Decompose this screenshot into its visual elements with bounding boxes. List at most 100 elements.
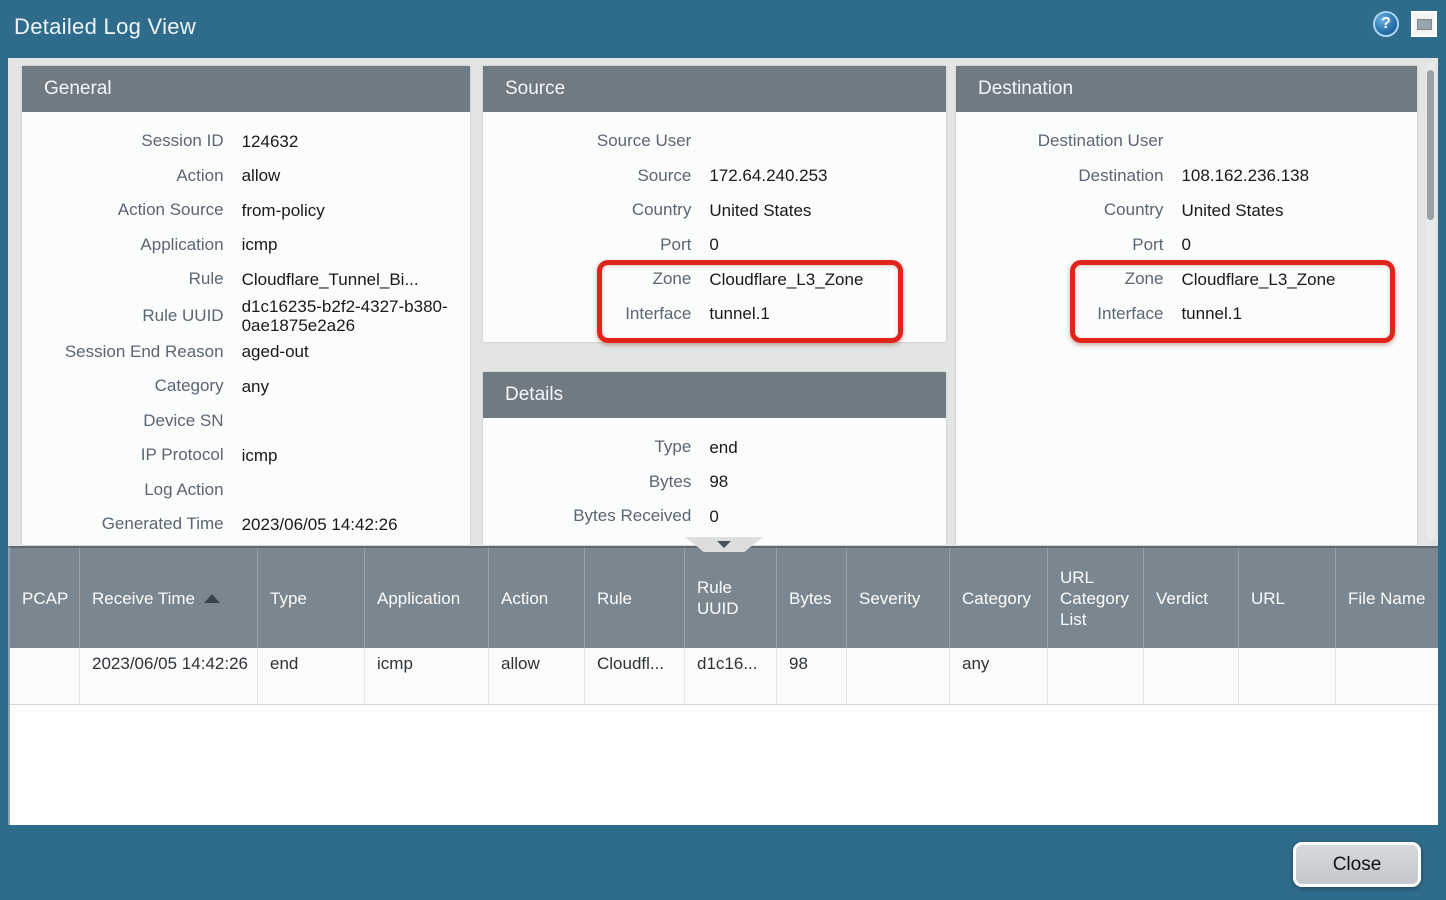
column-header-label: Rule UUID xyxy=(697,577,768,619)
field-row: Source User xyxy=(483,124,946,159)
log-table-cell: any xyxy=(950,648,1048,704)
general-panel: General Session ID124632ActionallowActio… xyxy=(22,66,470,545)
field-label: Port xyxy=(483,235,691,255)
dialog-title: Detailed Log View xyxy=(14,14,196,40)
log-table-cell xyxy=(1239,648,1336,704)
title-bar: Detailed Log View ? xyxy=(0,0,1446,58)
column-header-rule-uuid[interactable]: Rule UUID xyxy=(685,548,777,648)
field-label: Port xyxy=(956,235,1163,255)
source-panel-header: Source xyxy=(483,66,946,112)
field-row: IP Protocolicmp xyxy=(22,438,470,473)
field-label: Device SN xyxy=(22,411,224,431)
column-header-label: Category xyxy=(962,588,1031,609)
column-header-label: Action xyxy=(501,588,548,609)
column-header-pcap[interactable]: PCAP xyxy=(10,548,80,648)
log-table-cell: icmp xyxy=(365,648,489,704)
column-header-bytes[interactable]: Bytes xyxy=(777,548,847,648)
field-row: Rule UUID d1c16235-b2f2-4327-b380-0ae1875… xyxy=(22,297,470,335)
column-header-label: Verdict xyxy=(1156,588,1208,609)
column-header-label: URL xyxy=(1251,588,1285,609)
field-value: United States xyxy=(1181,201,1417,220)
log-table-cell xyxy=(1048,648,1144,704)
log-table-cell: Cloudfl... xyxy=(585,648,685,704)
field-row: Destination User xyxy=(956,124,1417,159)
window-restore-icon[interactable] xyxy=(1411,11,1437,37)
column-header-severity[interactable]: Severity xyxy=(847,548,950,648)
field-label: IP Protocol xyxy=(22,445,224,465)
column-header-file-name[interactable]: File Name xyxy=(1336,548,1440,648)
field-row: Action Sourcefrom-policy xyxy=(22,193,470,228)
field-value: 2023/06/05 14:42:26 xyxy=(242,515,470,534)
source-zone-interface-highlight-annotation xyxy=(597,260,903,343)
help-icon[interactable]: ? xyxy=(1373,11,1399,37)
field-row: Actionallow xyxy=(22,159,470,194)
log-table-body: 2023/06/05 14:42:26endicmpallowCloudfl..… xyxy=(10,648,1438,705)
field-value: United States xyxy=(709,201,946,220)
log-table-cell: 98 xyxy=(777,648,847,704)
details-panel-body: Typeend Bytes98Bytes Received0 xyxy=(483,418,946,534)
column-header-url[interactable]: URL xyxy=(1239,548,1336,648)
field-value: 0 xyxy=(709,507,946,526)
column-header-action[interactable]: Action xyxy=(489,548,585,648)
column-header-verdict[interactable]: Verdict xyxy=(1144,548,1239,648)
field-label: Source xyxy=(483,166,691,186)
field-value: 0 xyxy=(1181,235,1417,254)
field-row: Bytes98 xyxy=(483,465,946,500)
field-value: d1c16235-b2f2-4327-b380-0ae1875e2a26 xyxy=(242,297,470,335)
field-row: Log Action xyxy=(22,473,470,508)
field-value: 0 xyxy=(709,235,946,254)
column-header-rule[interactable]: Rule xyxy=(585,548,685,648)
details-panel-header: Details xyxy=(483,372,946,418)
log-table-cell: d1c16... xyxy=(685,648,777,704)
field-row: Category any xyxy=(22,369,470,404)
field-label: Bytes xyxy=(483,472,691,492)
general-panel-body: Session ID124632ActionallowAction Source… xyxy=(22,112,470,542)
sort-ascending-icon xyxy=(204,594,220,603)
field-label: Category xyxy=(22,376,224,396)
log-table-header-row: PCAP Receive Time Type Application Action Rul… xyxy=(10,548,1438,648)
field-row: Source 172.64.240.253 xyxy=(483,159,946,194)
field-label: Log Action xyxy=(22,480,224,500)
chevron-down-icon xyxy=(717,541,731,548)
column-header-receive-time[interactable]: Receive Time xyxy=(80,548,258,648)
field-row: Country United States xyxy=(483,193,946,228)
field-label: Application xyxy=(22,235,224,255)
field-row: Bytes Received0 xyxy=(483,499,946,534)
field-value: any xyxy=(242,377,470,396)
field-label: Action Source xyxy=(22,200,224,220)
field-value: allow xyxy=(242,166,470,185)
column-header-label: Bytes xyxy=(789,588,832,609)
vertical-scrollbar-track[interactable] xyxy=(1426,62,1435,540)
details-panel: Details Typeend Bytes98Bytes Received0 xyxy=(483,372,946,545)
column-header-category[interactable]: Category xyxy=(950,548,1048,648)
field-label: Session ID xyxy=(22,131,224,151)
field-value: 108.162.236.138 xyxy=(1181,166,1417,185)
column-header-label: URL Category List xyxy=(1060,567,1135,630)
destination-zone-interface-highlight-annotation xyxy=(1070,260,1395,343)
close-button[interactable]: Close xyxy=(1293,842,1421,887)
column-header-type[interactable]: Type xyxy=(258,548,365,648)
field-label: Type xyxy=(483,437,691,457)
column-header-label: Receive Time xyxy=(92,588,195,609)
log-table-cell xyxy=(1144,648,1239,704)
field-label: Country xyxy=(483,200,691,220)
field-row: Generated Time 2023/06/05 14:42:26 xyxy=(22,507,470,542)
field-value: Cloudflare_Tunnel_Bi... xyxy=(242,270,470,289)
field-label: Generated Time xyxy=(22,514,224,534)
destination-panel-header: Destination xyxy=(956,66,1417,112)
field-value: end xyxy=(709,438,946,457)
field-label: Destination xyxy=(956,166,1163,186)
column-header-application[interactable]: Application xyxy=(365,548,489,648)
log-table-cell xyxy=(1336,648,1440,704)
column-header-label: Application xyxy=(377,588,460,609)
field-row: Device SN xyxy=(22,404,470,439)
column-header-url-category-list[interactable]: URL Category List xyxy=(1048,548,1144,648)
field-label: Rule UUID xyxy=(22,306,224,326)
field-value: 172.64.240.253 xyxy=(709,166,946,185)
column-header-label: PCAP xyxy=(22,588,68,609)
column-header-label: Type xyxy=(270,588,307,609)
log-table: PCAP Receive Time Type Application Action Rul… xyxy=(8,546,1438,825)
vertical-scrollbar-thumb[interactable] xyxy=(1427,70,1434,220)
field-row: Session ID124632 xyxy=(22,124,470,159)
log-table-row[interactable]: 2023/06/05 14:42:26endicmpallowCloudfl..… xyxy=(10,648,1438,705)
